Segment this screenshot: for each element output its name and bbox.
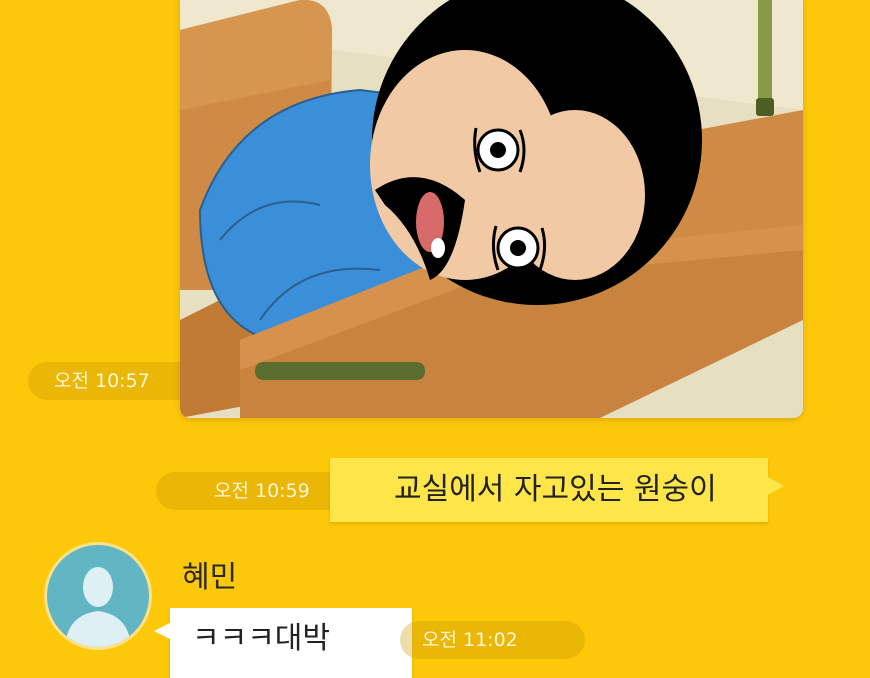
incoming-message-bubble[interactable]: ㅋㅋㅋ대박 bbox=[154, 608, 412, 678]
timestamp: 오전 11:02 bbox=[400, 621, 585, 659]
outgoing-message-bubble[interactable]: 교실에서 자고있는 원숭이 bbox=[330, 458, 784, 522]
sender-name: 혜민 bbox=[182, 560, 238, 595]
image-message[interactable] bbox=[180, 0, 803, 418]
default-person-icon bbox=[65, 567, 131, 647]
timestamp: 오전 10:59 bbox=[156, 472, 356, 510]
avatar[interactable] bbox=[44, 542, 152, 650]
classroom-cartoon-image bbox=[180, 0, 803, 418]
